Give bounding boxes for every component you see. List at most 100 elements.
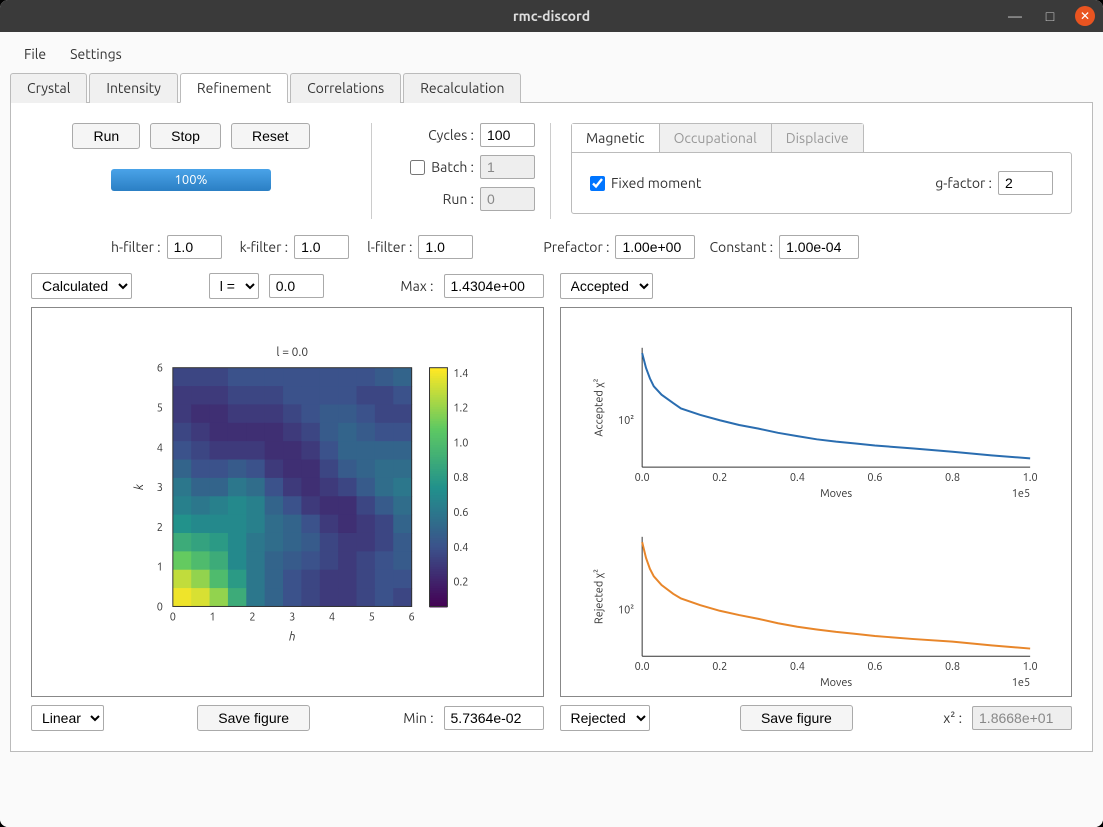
- svg-text:10²: 10²: [617, 415, 633, 427]
- svg-text:0.6: 0.6: [867, 661, 882, 673]
- cycles-label: Cycles :: [428, 127, 474, 143]
- svg-text:0.8: 0.8: [453, 472, 468, 484]
- hfilter-label: h-filter :: [111, 239, 161, 255]
- run-label: Run :: [443, 191, 474, 207]
- svg-text:0: 0: [170, 611, 176, 623]
- tab-refinement[interactable]: Refinement: [180, 73, 288, 103]
- svg-text:0.2: 0.2: [453, 577, 468, 589]
- inner-tab-displacive: Displacive: [772, 124, 863, 152]
- inner-tab-occupational: Occupational: [660, 124, 772, 152]
- batch-label: Batch :: [431, 159, 474, 175]
- prefactor-label: Prefactor :: [543, 239, 609, 255]
- svg-text:1e5: 1e5: [1011, 677, 1029, 689]
- svg-text:0.8: 0.8: [945, 661, 960, 673]
- fixed-moment-label: Fixed moment: [611, 175, 701, 191]
- svg-text:0.2: 0.2: [712, 661, 727, 673]
- scale-select[interactable]: Linear: [31, 705, 104, 731]
- svg-text:4: 4: [329, 611, 335, 623]
- refinement-panel: Run Stop Reset 100% Cycles : Batch :: [10, 103, 1093, 752]
- svg-text:1: 1: [210, 611, 216, 623]
- svg-text:Rejected χ²: Rejected χ²: [593, 569, 605, 624]
- save-figure-right-button[interactable]: Save figure: [740, 705, 853, 731]
- min-label: Min :: [403, 710, 433, 726]
- svg-text:5: 5: [157, 402, 163, 414]
- maximize-icon[interactable]: □: [1040, 6, 1060, 26]
- lfilter-input[interactable]: [418, 235, 473, 259]
- svg-text:3: 3: [157, 482, 163, 494]
- window-title: rmc-discord: [513, 8, 590, 24]
- minimize-icon[interactable]: —: [1005, 6, 1025, 26]
- kfilter-input[interactable]: [294, 235, 349, 259]
- svg-text:l = 0.0: l = 0.0: [276, 346, 308, 359]
- svg-text:1.0: 1.0: [1022, 661, 1037, 673]
- svg-text:6: 6: [409, 611, 415, 623]
- reset-button[interactable]: Reset: [231, 123, 310, 149]
- svg-text:1.2: 1.2: [453, 403, 468, 415]
- save-figure-left-button[interactable]: Save figure: [197, 705, 310, 731]
- stop-button[interactable]: Stop: [150, 123, 221, 149]
- lfilter-label: l-filter :: [367, 239, 412, 255]
- fixed-moment-checkbox[interactable]: [590, 176, 605, 191]
- run-button[interactable]: Run: [72, 123, 140, 149]
- chi-top-select[interactable]: Accepted: [560, 273, 653, 299]
- chi2-label: x² :: [943, 710, 962, 726]
- svg-text:6: 6: [157, 363, 163, 375]
- svg-text:1: 1: [157, 562, 163, 574]
- gfactor-input[interactable]: [998, 171, 1053, 195]
- tab-recalculation[interactable]: Recalculation: [403, 73, 521, 103]
- svg-text:1.0: 1.0: [453, 437, 468, 449]
- axis-select[interactable]: l =: [209, 273, 259, 299]
- axis-value-input[interactable]: [269, 274, 324, 298]
- chi-bottom-select[interactable]: Rejected: [560, 705, 650, 731]
- kfilter-label: k-filter :: [240, 239, 288, 255]
- svg-text:Moves: Moves: [820, 488, 852, 500]
- main-tabs: Crystal Intensity Refinement Correlation…: [10, 72, 1093, 103]
- svg-text:0.0: 0.0: [634, 472, 649, 484]
- svg-text:0.4: 0.4: [789, 661, 804, 673]
- tab-intensity[interactable]: Intensity: [89, 73, 178, 103]
- run-input: [480, 187, 535, 211]
- svg-text:1.4: 1.4: [453, 368, 468, 380]
- heatmap-plot: 00112233445566hkl = 0.00.20.40.60.81.01.…: [31, 307, 544, 697]
- chi-plots: 0.0 0.2 0.4 0.6 0.8 1.0 10² Moves 1e5 Accepted χ²…: [560, 307, 1073, 697]
- svg-text:Moves: Moves: [820, 677, 852, 689]
- svg-text:2: 2: [157, 522, 163, 534]
- gfactor-label: g-factor :: [935, 175, 992, 191]
- svg-text:0.2: 0.2: [712, 472, 727, 484]
- svg-text:5: 5: [369, 611, 375, 623]
- svg-text:0.6: 0.6: [453, 507, 468, 519]
- min-input[interactable]: [444, 706, 544, 730]
- svg-text:3: 3: [289, 611, 295, 623]
- svg-text:0.4: 0.4: [453, 542, 468, 554]
- max-input[interactable]: [444, 274, 544, 298]
- svg-text:h: h: [289, 630, 296, 643]
- batch-input: [480, 155, 535, 179]
- svg-text:10²: 10²: [617, 604, 633, 616]
- max-label: Max :: [400, 278, 433, 294]
- chi2-input: [972, 706, 1072, 730]
- batch-checkbox[interactable]: [410, 160, 425, 175]
- constant-input[interactable]: [779, 235, 859, 259]
- constant-label: Constant :: [709, 239, 773, 255]
- hfilter-input[interactable]: [167, 235, 222, 259]
- svg-text:0.0: 0.0: [634, 661, 649, 673]
- inner-tab-magnetic[interactable]: Magnetic: [572, 124, 660, 152]
- cycles-input[interactable]: [480, 123, 535, 147]
- menu-file[interactable]: File: [18, 44, 52, 64]
- svg-text:Accepted χ²: Accepted χ²: [593, 378, 605, 436]
- menubar: File Settings: [10, 40, 1093, 72]
- svg-text:2: 2: [249, 611, 255, 623]
- svg-text:k: k: [133, 483, 146, 490]
- svg-text:1.0: 1.0: [1022, 472, 1037, 484]
- prefactor-input[interactable]: [615, 235, 695, 259]
- tab-correlations[interactable]: Correlations: [290, 73, 401, 103]
- svg-text:0.6: 0.6: [867, 472, 882, 484]
- progress-bar: 100%: [111, 169, 271, 191]
- tab-crystal[interactable]: Crystal: [10, 73, 87, 103]
- titlebar: rmc-discord — □ ✕: [0, 0, 1103, 32]
- svg-text:0.4: 0.4: [789, 472, 804, 484]
- menu-settings[interactable]: Settings: [64, 44, 128, 64]
- plot-mode-select[interactable]: Calculated: [31, 273, 132, 299]
- svg-text:1e5: 1e5: [1011, 488, 1029, 500]
- close-icon[interactable]: ✕: [1075, 6, 1095, 26]
